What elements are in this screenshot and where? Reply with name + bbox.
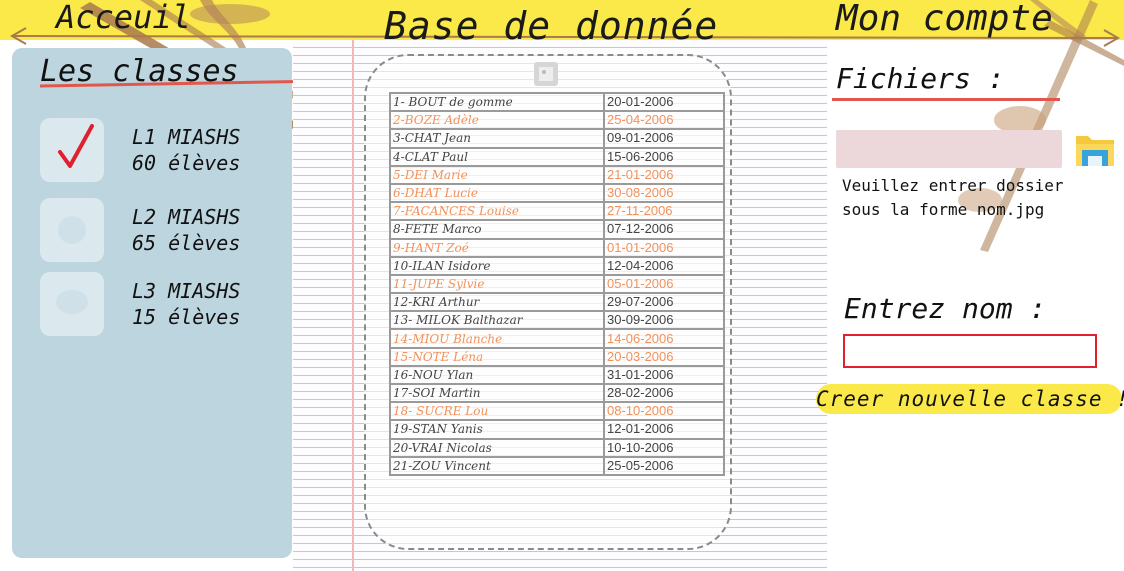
table-row: 5-DEI Marie 21-01-2006 [389, 164, 725, 185]
class-label-l2: L2 MIASHS 65 élèves [132, 204, 240, 256]
class-name-input[interactable] [843, 334, 1097, 368]
table-row: 9-HANT Zoé 01-01-2006 [389, 237, 725, 258]
file-help-text: Veuillez entrer dossier sous la forme no… [842, 176, 1064, 219]
table-row: 10-ILAN Isidore 12-04-2006 [389, 255, 725, 276]
table-row: 16-NOU Ylan 31-01-2006 [389, 364, 725, 386]
student-date-cell: 25-05-2006 [603, 455, 725, 476]
student-date-cell: 09-01-2006 [603, 128, 725, 149]
class-checkbox-l3[interactable] [40, 272, 104, 336]
student-date-cell: 15-06-2006 [603, 146, 725, 167]
table-row: 3-CHAT Jean 09-01-2006 [389, 128, 725, 149]
image-icon [534, 62, 558, 86]
student-date-cell: 10-10-2006 [603, 437, 725, 458]
notebook-margin-line [352, 40, 354, 571]
class-badge-icon [58, 216, 86, 244]
class-name: L2 MIASHS [132, 205, 241, 229]
files-title: Fichiers : [836, 62, 1005, 95]
class-checkbox-l2[interactable] [40, 198, 104, 262]
table-row: 8-FETE Marco 07-12-2006 [389, 219, 725, 240]
student-name-cell: 6-DHAT Lucie [389, 182, 605, 204]
student-name-cell: 8-FETE Marco [389, 219, 605, 240]
student-date-cell: 30-09-2006 [603, 310, 725, 331]
class-name: L1 MIASHS [132, 125, 241, 149]
class-item-l2[interactable]: L2 MIASHS 65 élèves [40, 198, 290, 268]
table-row: 6-DHAT Lucie 30-08-2006 [389, 182, 725, 204]
file-path-input[interactable] [836, 130, 1062, 168]
student-name-cell: 18- SUCRE Lou [389, 401, 605, 422]
class-checkbox-l1[interactable] [40, 118, 104, 182]
table-row: 1- BOUT de gomme 20-01-2006 [389, 91, 725, 113]
student-name-cell: 11-JUPE Sylvie [389, 273, 605, 295]
table-row: 15-NOTE Léna 20-03-2006 [389, 346, 725, 367]
class-name: L3 MIASHS [132, 279, 241, 303]
student-date-cell: 29-07-2006 [603, 292, 725, 313]
student-name-cell: 5-DEI Marie [389, 164, 605, 185]
nav-home-link[interactable]: Acceuil [56, 0, 191, 36]
class-label-l3: L3 MIASHS 15 élèves [132, 278, 240, 330]
table-row: 7-FACANCES Louise 27-11-2006 [389, 201, 725, 222]
table-row: 2-BOZE Adèle 25-04-2006 [389, 110, 725, 131]
student-name-cell: 13- MILOK Balthazar [389, 310, 605, 331]
student-date-cell: 25-04-2006 [603, 110, 725, 131]
student-date-cell: 08-10-2006 [603, 401, 725, 422]
create-class-button[interactable]: Creer nouvelle classe ! [816, 384, 1124, 414]
student-name-cell: 19-STAN Yanis [389, 419, 605, 440]
student-date-cell: 20-01-2006 [603, 91, 725, 113]
class-badge-icon [56, 290, 88, 314]
student-date-cell: 12-04-2006 [603, 255, 725, 276]
class-label-l1: L1 MIASHS 60 élèves [132, 124, 240, 176]
class-item-l3[interactable]: L3 MIASHS 15 élèves [40, 272, 290, 342]
student-name-cell: 2-BOZE Adèle [389, 110, 605, 131]
class-count: 60 élèves [132, 151, 241, 175]
student-name-cell: 4-CLAT Paul [389, 146, 605, 167]
table-row: 21-ZOU Vincent 25-05-2006 [389, 455, 725, 476]
name-title: Entrez nom : [844, 292, 1047, 325]
student-table: 1- BOUT de gomme 20-01-2006 2-BOZE Adèle 25… [389, 91, 725, 476]
table-row: 11-JUPE Sylvie 05-01-2006 [389, 273, 725, 295]
files-underline [832, 98, 1060, 101]
student-name-cell: 15-NOTE Léna [389, 346, 605, 367]
class-item-l1[interactable]: L1 MIASHS 60 élèves [40, 118, 290, 188]
student-name-cell: 14-MIOU Blanche [389, 328, 605, 349]
student-name-cell: 1- BOUT de gomme [389, 91, 605, 113]
folder-icon[interactable] [1074, 130, 1116, 168]
student-name-cell: 7-FACANCES Louise [389, 201, 605, 222]
nav-account-link[interactable]: Mon compte [836, 0, 1053, 39]
student-date-cell: 20-03-2006 [603, 346, 725, 367]
class-count: 65 élèves [132, 231, 241, 255]
student-name-cell: 17-SOI Martin [389, 382, 605, 404]
table-row: 4-CLAT Paul 15-06-2006 [389, 146, 725, 167]
classes-panel: Les classes L1 MIASHS 60 élèves L2 MIASH… [12, 48, 331, 558]
table-row: 19-STAN Yanis 12-01-2006 [389, 419, 725, 440]
student-date-cell: 14-06-2006 [603, 328, 725, 349]
table-row: 12-KRI Arthur 29-07-2006 [389, 292, 725, 313]
table-row: 13- MILOK Balthazar 30-09-2006 [389, 310, 725, 331]
student-name-cell: 9-HANT Zoé [389, 237, 605, 258]
student-name-cell: 3-CHAT Jean [389, 128, 605, 149]
student-name-cell: 10-ILAN Isidore [389, 255, 605, 276]
student-name-cell: 21-ZOU Vincent [389, 455, 605, 476]
table-row: 14-MIOU Blanche 14-06-2006 [389, 328, 725, 349]
table-row: 18- SUCRE Lou 08-10-2006 [389, 401, 725, 422]
table-row: 17-SOI Martin 28-02-2006 [389, 382, 725, 404]
student-name-cell: 12-KRI Arthur [389, 292, 605, 313]
student-date-cell: 27-11-2006 [603, 201, 725, 222]
student-name-cell: 16-NOU Ylan [389, 364, 605, 386]
class-count: 15 élèves [132, 305, 241, 329]
student-date-cell: 31-01-2006 [603, 364, 725, 386]
student-date-cell: 21-01-2006 [603, 164, 725, 185]
student-date-cell: 01-01-2006 [603, 237, 725, 258]
student-date-cell: 05-01-2006 [603, 273, 725, 295]
check-icon [58, 124, 94, 168]
table-row: 20-VRAI Nicolas 10-10-2006 [389, 437, 725, 458]
student-name-cell: 20-VRAI Nicolas [389, 437, 605, 458]
student-date-cell: 30-08-2006 [603, 182, 725, 204]
student-date-cell: 12-01-2006 [603, 419, 725, 440]
student-date-cell: 28-02-2006 [603, 382, 725, 404]
student-date-cell: 07-12-2006 [603, 219, 725, 240]
